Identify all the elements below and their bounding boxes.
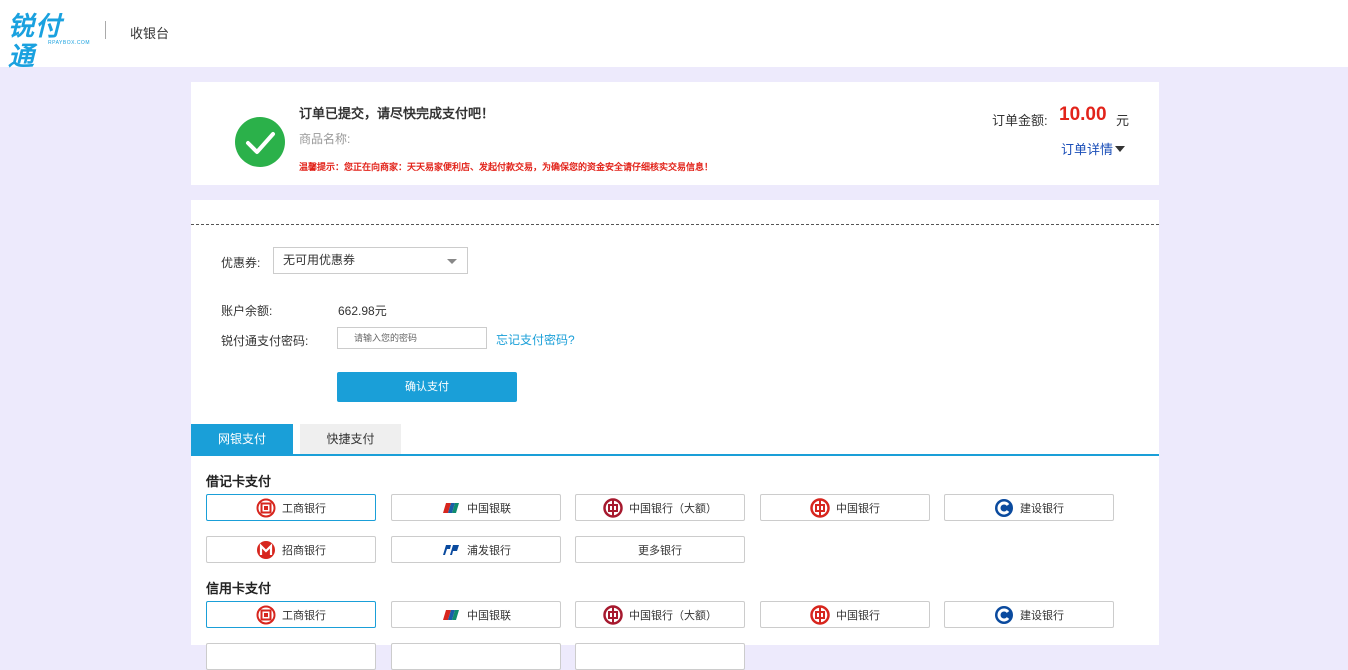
header-divider	[105, 21, 106, 39]
bank-label: 招商银行	[282, 544, 326, 557]
credit-bank-row2-item[interactable]	[391, 643, 561, 670]
order-summary-panel: 订单已提交，请尽快完成支付吧！ 商品名称: 温馨提示：您正在向商家：天天易家便利…	[191, 82, 1159, 185]
safety-warning: 温馨提示：您正在向商家：天天易家便利店、发起付款交易，为确保您的资金安全请仔细核…	[299, 162, 714, 172]
credit-bank-unionpay[interactable]: 中国银联	[391, 601, 561, 628]
credit-bank-row2-item[interactable]	[206, 643, 376, 670]
logo-subtext: RPAYBOX.COM	[48, 40, 90, 46]
credit-bank-ccb[interactable]: 建设银行	[944, 601, 1114, 628]
bank-label: 建设银行	[1020, 502, 1064, 515]
logo[interactable]: 锐付通 RPAYBOX.COM	[8, 12, 90, 72]
unionpay-icon	[441, 605, 461, 625]
credit-bank-boc[interactable]: 中国银行	[760, 601, 930, 628]
bank-label: 工商银行	[282, 502, 326, 515]
bank-label: 更多银行	[638, 544, 682, 557]
balance-label: 账户余额:	[221, 304, 273, 318]
bank-label: 建设银行	[1020, 609, 1064, 622]
debit-bank-boc-large[interactable]: 中国银行（大额）	[575, 494, 745, 521]
debit-bank-unionpay[interactable]: 中国银联	[391, 494, 561, 521]
order-detail-label: 订单详情	[1061, 142, 1114, 157]
product-name-label: 商品名称:	[299, 132, 351, 146]
bank-label: 中国银行	[836, 609, 880, 622]
credit-bank-row2-item[interactable]	[575, 643, 745, 670]
password-label: 锐付通支付密码:	[221, 334, 309, 348]
bank-label: 浦发银行	[467, 544, 511, 557]
bank-label: 中国银联	[467, 609, 511, 622]
tab-online-banking[interactable]: 网银支付	[191, 424, 293, 454]
icbc-icon	[256, 605, 276, 625]
order-amount-label: 订单金额:	[992, 113, 1048, 128]
debit-bank-icbc[interactable]: 工商银行	[206, 494, 376, 521]
debit-bank-spdb[interactable]: 浦发银行	[391, 536, 561, 563]
bank-label: 工商银行	[282, 609, 326, 622]
bank-label: 中国银行（大额）	[629, 502, 717, 515]
boc-icon	[810, 497, 830, 518]
bank-label: 中国银行	[836, 502, 880, 515]
unionpay-icon	[441, 498, 461, 518]
success-check-icon	[235, 117, 285, 167]
coupon-selected-value: 无可用优惠券	[283, 253, 356, 267]
top-bar: 锐付通 RPAYBOX.COM 收银台	[0, 0, 1348, 72]
debit-section-title: 借记卡支付	[206, 474, 272, 489]
boc-icon	[603, 497, 623, 518]
ccb-icon	[994, 498, 1014, 518]
debit-bank-cmb[interactable]: 招商银行	[206, 536, 376, 563]
debit-more-banks[interactable]: 更多银行	[575, 536, 745, 563]
coupon-label: 优惠券:	[221, 256, 261, 270]
coupon-select[interactable]: 无可用优惠券	[273, 247, 468, 274]
icbc-icon	[256, 498, 276, 518]
confirm-payment-button[interactable]: 确认支付	[337, 372, 517, 402]
cmb-icon	[256, 540, 276, 560]
password-input[interactable]	[337, 327, 487, 349]
spdb-icon	[441, 540, 461, 560]
credit-bank-icbc[interactable]: 工商银行	[206, 601, 376, 628]
bank-label: 中国银行（大额）	[629, 609, 717, 622]
debit-bank-boc[interactable]: 中国银行	[760, 494, 930, 521]
bank-label: 中国银联	[467, 502, 511, 515]
credit-bank-boc-large[interactable]: 中国银行（大额）	[575, 601, 745, 628]
order-amount-value: 10.00	[1059, 104, 1107, 125]
order-amount-unit: 元	[1116, 113, 1130, 128]
debit-bank-ccb[interactable]: 建设银行	[944, 494, 1114, 521]
order-submitted-message: 订单已提交，请尽快完成支付吧！	[299, 106, 495, 121]
tab-quick-pay[interactable]: 快捷支付	[300, 424, 401, 454]
page-title: 收银台	[130, 26, 170, 41]
caret-down-icon	[1115, 146, 1126, 152]
balance-value: 662.98元	[338, 304, 387, 318]
ccb-icon	[994, 605, 1014, 625]
forgot-password-link[interactable]: 忘记支付密码?	[496, 331, 575, 348]
chevron-down-icon	[447, 259, 457, 264]
tab-underline	[191, 454, 1159, 456]
dashed-divider	[191, 224, 1159, 225]
boc-icon	[810, 604, 830, 625]
payment-panel: 优惠券: 无可用优惠券 账户余额: 662.98元 锐付通支付密码: 忘记支付密…	[191, 200, 1159, 670]
credit-section-title: 信用卡支付	[206, 581, 272, 596]
boc-icon	[603, 604, 623, 625]
order-detail-link[interactable]: 订单详情	[1061, 139, 1126, 158]
